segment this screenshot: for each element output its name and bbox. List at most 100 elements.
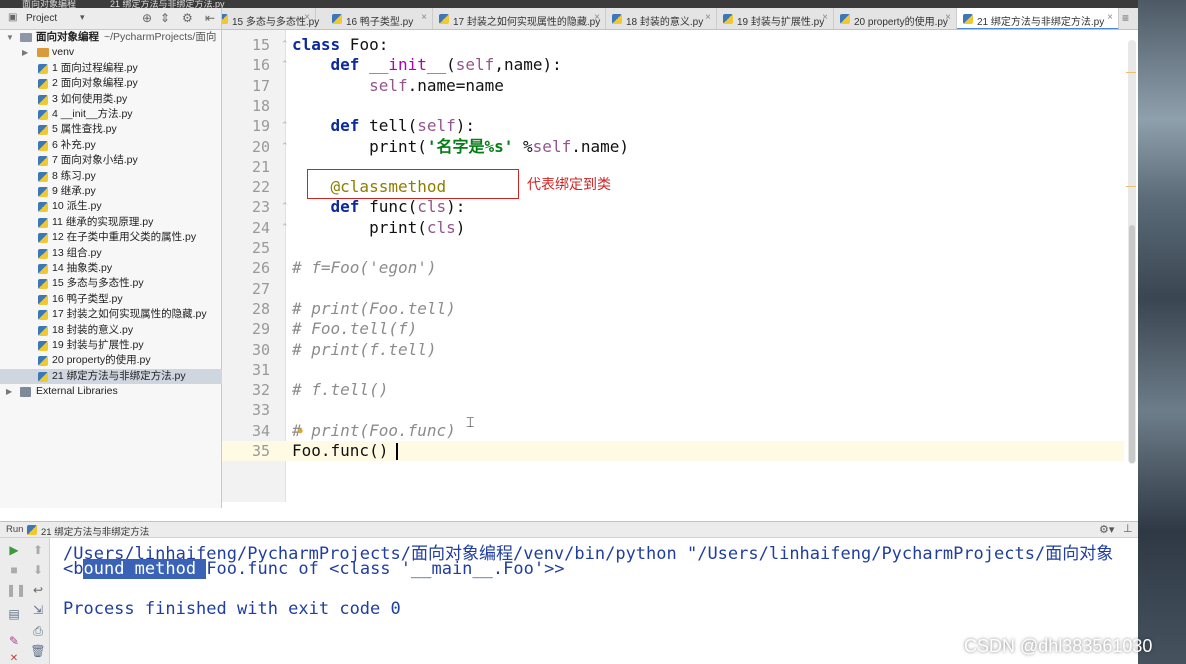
collapse-icon[interactable]: ⇕	[160, 11, 170, 25]
code-line-17: self.name=name	[292, 76, 504, 96]
tree-file-item[interactable]: 16 鸭子类型.py	[0, 292, 222, 307]
close-icon[interactable]: ×	[945, 12, 951, 23]
tree-file-item[interactable]: 12 在子类中重用父类的属性.py	[0, 230, 222, 245]
scroll-to-end-icon[interactable]: ⇲	[30, 603, 46, 617]
tree-file-item[interactable]: 7 面向对象小结.py	[0, 153, 222, 168]
console-text: <b	[63, 559, 84, 579]
tree-item-label: 11 继承的实现原理.py	[52, 215, 154, 228]
python-file-icon	[38, 63, 48, 74]
tree-file-item[interactable]: 10 派生.py	[0, 199, 222, 214]
fold-marker-icon[interactable]: ⌃	[281, 222, 289, 233]
tree-file-item[interactable]: 19 封装与扩展性.py	[0, 338, 222, 353]
editor-tab-bar: 15 多态与多态性.py × 16 鸭子类型.py × 17 封装之如何实现属性…	[222, 8, 1138, 30]
pause-icon[interactable]: ❚❚	[6, 583, 26, 597]
tab-file-16[interactable]: 16 鸭子类型.py ×	[326, 8, 433, 29]
python-file-icon	[439, 14, 449, 24]
tree-file-item[interactable]: 20 property的使用.py	[0, 353, 222, 368]
fold-marker-icon[interactable]: ⌃	[281, 141, 289, 152]
gear-icon[interactable]: ⚙	[182, 11, 193, 25]
close-icon[interactable]: ×	[1107, 12, 1113, 23]
close-icon[interactable]: ×	[705, 12, 711, 23]
code-line-16: def __init__(self,name):	[292, 55, 562, 75]
console-line-2: <bound method Foo.func of <class '__main…	[63, 559, 565, 579]
tree-file-item[interactable]: 1 面向过程编程.py	[0, 61, 222, 76]
gear-icon[interactable]: ⚙▾	[1099, 523, 1114, 536]
python-file-icon	[38, 294, 48, 305]
minimize-icon[interactable]: ⊥	[1123, 522, 1133, 535]
python-file-icon	[38, 310, 48, 321]
run-tab-label[interactable]: Run	[6, 524, 23, 535]
editor-scrollbar-thumb[interactable]	[1129, 225, 1135, 463]
tree-item-label: 18 封装的意义.py	[52, 323, 134, 336]
tree-file-item[interactable]: 11 继承的实现原理.py	[0, 215, 222, 230]
tree-folder-venv[interactable]: ▶ venv	[0, 45, 222, 60]
tree-file-item[interactable]: 2 面向对象编程.py	[0, 76, 222, 91]
code-token: (	[446, 55, 456, 75]
line-number: 19	[251, 117, 270, 136]
close-icon[interactable]: ×	[822, 12, 828, 23]
console-selection: ound method	[83, 559, 207, 579]
chevron-down-icon[interactable]: ▾	[80, 12, 85, 23]
tree-item-label: 21 绑定方法与非绑定方法.py	[52, 369, 186, 382]
line-number: 31	[251, 360, 270, 379]
tree-file-item[interactable]: 6 补充.py	[0, 138, 222, 153]
chevron-right-icon[interactable]: ▶	[22, 45, 28, 60]
fold-marker-icon[interactable]: ⌃	[281, 120, 289, 131]
fold-marker-icon[interactable]: ⌃	[281, 201, 289, 212]
close-icon[interactable]: ×	[304, 12, 310, 23]
tree-file-item[interactable]: 3 如何使用类.py	[0, 92, 222, 107]
tree-file-item[interactable]: 9 继承.py	[0, 184, 222, 199]
lightbulb-icon[interactable]: ●	[297, 425, 304, 437]
tree-item-label: 3 如何使用类.py	[52, 92, 128, 105]
fold-marker-icon[interactable]: ⌃	[281, 39, 289, 50]
project-view-label[interactable]: Project	[26, 13, 57, 24]
stop-icon[interactable]: ■	[6, 563, 22, 577]
tree-file-item[interactable]: 15 多态与多态性.py	[0, 276, 222, 291]
trash-icon[interactable]: 🗑	[30, 644, 46, 658]
scroll-marker	[1126, 72, 1136, 73]
hide-panel-icon[interactable]: ⇤	[205, 11, 215, 25]
chevron-right-icon[interactable]: ▶	[6, 384, 12, 399]
tree-file-item[interactable]: 5 属性查找.py	[0, 122, 222, 137]
code-line-30: # print(f.tell)	[292, 339, 437, 359]
tab-file-21[interactable]: 21 绑定方法与非绑定方法.py ×	[957, 8, 1119, 29]
pin-icon[interactable]: ✎	[6, 634, 22, 648]
code-line-29: # Foo.tell(f)	[292, 319, 418, 339]
tree-file-item[interactable]: 4 __init__方法.py	[0, 107, 222, 122]
fold-marker-icon[interactable]: ⌃	[281, 59, 289, 70]
code-line-23: def func(cls):	[292, 197, 466, 217]
chevron-down-icon[interactable]: ▼	[6, 30, 14, 45]
code-token: self	[455, 55, 495, 75]
soft-wrap-icon[interactable]: ↩	[30, 583, 46, 597]
tree-file-item[interactable]: 13 组合.py	[0, 246, 222, 261]
tab-file-17[interactable]: 17 封装之如何实现属性的隐藏.py ×	[433, 8, 606, 29]
sync-icon[interactable]: ⊕	[142, 11, 152, 25]
rerun-icon[interactable]: ▶	[6, 543, 22, 557]
tab-file-18[interactable]: 18 封装的意义.py ×	[606, 8, 717, 29]
tree-file-item[interactable]: 17 封装之如何实现属性的隐藏.py	[0, 307, 222, 322]
tab-file-15[interactable]: 15 多态与多态性.py ×	[222, 8, 319, 29]
code-line-35: Foo.func()	[292, 441, 389, 460]
tab-file-19[interactable]: 19 封装与扩展性.py ×	[717, 8, 834, 29]
restore-layout-icon[interactable]: ▤	[6, 607, 22, 621]
folder-icon	[37, 48, 49, 58]
tab-overflow-icon[interactable]: ≡	[1122, 11, 1129, 25]
print-icon[interactable]: ⎙	[30, 624, 46, 639]
down-arrow-icon[interactable]: ⬇	[30, 563, 46, 577]
tree-item-label: 5 属性查找.py	[52, 123, 117, 136]
tree-file-item[interactable]: 8 练习.py	[0, 169, 222, 184]
close-icon[interactable]: ×	[594, 12, 600, 23]
python-file-icon	[222, 14, 228, 24]
tab-file-20[interactable]: 20 property的使用.py ×	[834, 8, 957, 29]
tree-item-label: venv	[52, 46, 75, 59]
run-config-name[interactable]: 21 绑定方法与非绑定方法	[41, 524, 149, 538]
tree-file-item[interactable]: 21 绑定方法与非绑定方法.py	[0, 368, 222, 385]
close-icon[interactable]: ×	[421, 12, 427, 23]
line-number: 34	[251, 421, 270, 440]
up-arrow-icon[interactable]: ⬆	[30, 543, 46, 557]
tree-file-item[interactable]: 14 抽象类.py	[0, 261, 222, 276]
tree-external-libraries[interactable]: ▶ External Libraries	[0, 384, 222, 399]
tree-file-item[interactable]: 18 封装的意义.py	[0, 323, 222, 338]
close-icon[interactable]: ✕	[6, 653, 22, 664]
tree-root[interactable]: ▼ 面向对象编程 ~/PycharmProjects/面向	[0, 30, 222, 45]
